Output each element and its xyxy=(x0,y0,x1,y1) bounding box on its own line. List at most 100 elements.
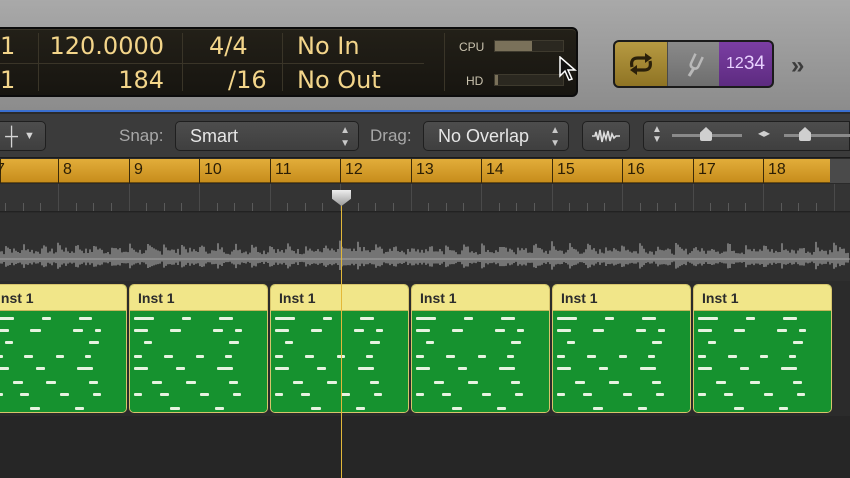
beat-tick xyxy=(393,203,394,211)
midi-note xyxy=(370,341,380,344)
horizontal-zoom-track[interactable] xyxy=(784,134,850,137)
midi-note xyxy=(497,407,506,410)
time-signature[interactable]: 4/4 xyxy=(209,32,248,60)
midi-note xyxy=(358,367,374,370)
count-in-button[interactable]: 12 34 xyxy=(719,42,772,86)
midi-note xyxy=(468,381,478,384)
midi-note xyxy=(760,355,768,358)
midi-note xyxy=(79,317,92,320)
bar-grid-line xyxy=(270,184,271,211)
beat-tick xyxy=(675,203,676,211)
midi-note xyxy=(95,329,101,332)
midi-region[interactable]: Inst 1 xyxy=(129,284,268,413)
audio-waveform xyxy=(0,240,850,270)
midi-region[interactable]: Inst 1 xyxy=(552,284,691,413)
tuner-button[interactable] xyxy=(667,42,719,86)
beat-tick xyxy=(587,203,588,211)
bar-grid-line xyxy=(58,184,59,211)
bar-tick xyxy=(340,159,341,183)
division-display[interactable]: /16 xyxy=(228,66,267,94)
snap-value: Smart xyxy=(190,126,239,146)
midi-note xyxy=(636,329,646,332)
bar-grid-line xyxy=(622,184,623,211)
lcd-position-bottom[interactable]: 1 xyxy=(0,66,15,94)
midi-note xyxy=(799,329,806,332)
marker-lane[interactable] xyxy=(0,184,850,212)
bar-ruler[interactable]: 7 8910111213141516171819 xyxy=(0,159,850,183)
midi-note xyxy=(134,329,148,332)
midi-note xyxy=(75,407,84,410)
beat-tick xyxy=(358,203,359,211)
midi-note xyxy=(648,355,655,358)
waveform-zoom-button[interactable] xyxy=(582,121,630,151)
midi-note xyxy=(317,367,326,370)
drag-popup[interactable]: No Overlap ▲ ▼ xyxy=(423,121,569,151)
midi-note xyxy=(356,407,365,410)
beat-tick xyxy=(728,203,729,211)
bar-tick xyxy=(763,159,764,183)
input-display[interactable]: No In xyxy=(297,32,360,60)
midi-note xyxy=(501,317,515,320)
beat-tick xyxy=(534,203,535,211)
midi-note xyxy=(734,407,744,410)
cycle-button[interactable] xyxy=(615,42,667,86)
hd-meter xyxy=(494,74,564,86)
lcd-display[interactable]: 1 1 120.0000 184 4/4 /16 No In No Out CP… xyxy=(0,27,578,97)
midi-note xyxy=(89,381,98,384)
midi-note xyxy=(182,317,191,320)
hd-label: HD xyxy=(466,74,484,88)
mode-button-group: 12 34 xyxy=(613,40,774,88)
midi-note xyxy=(593,407,603,410)
region-notes xyxy=(271,311,408,412)
cpu-meter xyxy=(494,40,564,52)
beat-tick xyxy=(657,203,658,211)
midi-region[interactable]: Inst 1 xyxy=(411,284,550,413)
more-chevron-icon[interactable]: » xyxy=(791,52,804,80)
empty-track-lane[interactable] xyxy=(0,416,850,478)
midi-region[interactable]: Inst 1 xyxy=(0,284,127,413)
lcd-position-top[interactable]: 1 xyxy=(0,32,15,60)
tempo-sub-display[interactable]: 184 xyxy=(118,66,164,94)
midi-note xyxy=(85,355,91,358)
tempo-display[interactable]: 120.0000 xyxy=(49,32,164,60)
midi-note xyxy=(46,381,56,384)
beat-tick xyxy=(516,203,517,211)
playhead-line[interactable] xyxy=(341,194,342,478)
midi-note xyxy=(176,367,185,370)
midi-note xyxy=(698,355,706,358)
midi-note xyxy=(152,381,162,384)
midi-note xyxy=(301,393,310,396)
bar-tick xyxy=(622,159,623,183)
midi-note xyxy=(746,317,755,320)
midi-note xyxy=(708,341,716,344)
midi-note xyxy=(464,317,473,320)
tool-menu-button[interactable]: ┼ ▼ xyxy=(0,121,46,151)
midi-note xyxy=(652,381,661,384)
midi-note xyxy=(73,329,83,332)
beat-tick xyxy=(322,203,323,211)
bar-tick xyxy=(411,159,412,183)
midi-note xyxy=(235,329,242,332)
midi-note xyxy=(652,341,662,344)
output-display[interactable]: No Out xyxy=(297,66,381,94)
midi-region[interactable]: Inst 1 xyxy=(270,284,409,413)
beat-tick xyxy=(217,203,218,211)
region-name: Inst 1 xyxy=(694,285,831,311)
midi-note xyxy=(797,393,805,396)
snap-popup[interactable]: Smart ▲ ▼ xyxy=(175,121,359,151)
midi-note xyxy=(452,407,462,410)
midi-track-lane[interactable]: Inst 1 Inst 1 Inst 1 Inst 1 Inst 1 Inst 1 xyxy=(0,281,850,416)
midi-note xyxy=(77,367,93,370)
midi-note xyxy=(233,393,241,396)
beat-tick xyxy=(446,203,447,211)
lcd-divider xyxy=(182,33,183,91)
audio-track-lane[interactable] xyxy=(0,213,850,281)
region-notes xyxy=(130,311,267,412)
midi-region[interactable]: Inst 1 xyxy=(693,284,832,413)
region-notes xyxy=(694,311,831,412)
beat-tick xyxy=(798,203,799,211)
midi-note xyxy=(376,329,383,332)
beat-tick xyxy=(710,203,711,211)
beat-tick xyxy=(23,203,24,211)
midi-note xyxy=(698,393,706,396)
